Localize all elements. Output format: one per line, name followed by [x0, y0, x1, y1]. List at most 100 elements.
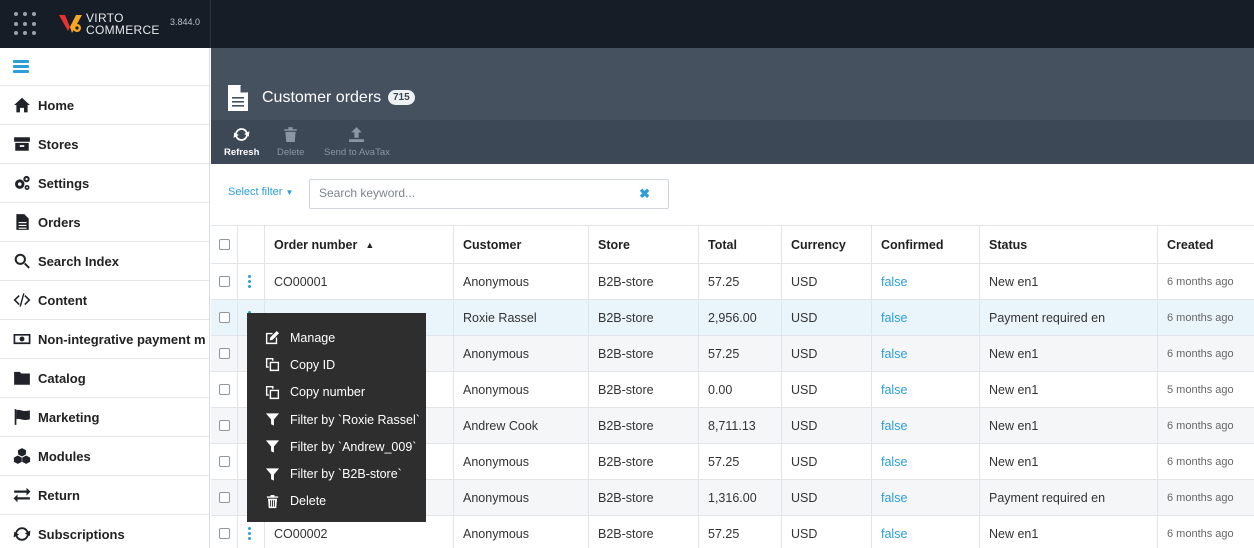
row-checkbox[interactable]	[219, 528, 230, 539]
select-filter-dropdown[interactable]: Select filter ▼	[228, 186, 293, 198]
currency-cell: USD	[782, 372, 872, 407]
archive-icon	[12, 135, 32, 153]
sidebar-item-label: Settings	[38, 175, 90, 191]
sidebar-item-modules[interactable]: Modules	[0, 437, 209, 476]
context-menu-item-filter-store[interactable]: Filter by `B2B-store`	[247, 460, 426, 487]
total-cell: 0.00	[699, 372, 782, 407]
sidebar-item-non-integrative-payment[interactable]: Non-integrative payment m	[0, 320, 209, 359]
logo-text: VIRTO COMMERCE	[86, 12, 160, 36]
flag-icon	[12, 408, 32, 426]
row-checkbox[interactable]	[219, 276, 230, 287]
sidebar-item-label: Orders	[38, 214, 81, 230]
table-row[interactable]: CO00001 Anonymous B2B-store 57.25 USD fa…	[211, 264, 1254, 300]
store-cell: B2B-store	[589, 444, 699, 479]
sidebar-item-settings[interactable]: Settings	[0, 164, 209, 203]
customer-cell: Andrew Cook	[454, 408, 589, 443]
virto-commerce-logo[interactable]: VIRTO COMMERCE 3.844.0	[58, 9, 200, 39]
document-icon	[12, 213, 32, 231]
delete-button[interactable]: Delete	[277, 126, 304, 158]
row-menu-button[interactable]	[238, 264, 265, 299]
column-header-created[interactable]: Created	[1158, 226, 1254, 263]
row-checkbox-cell	[211, 516, 238, 548]
context-menu-label: Filter by `Andrew_009`	[290, 439, 417, 454]
home-icon	[12, 96, 32, 114]
created-cell: 6 months ago	[1167, 455, 1234, 468]
column-header-confirmed[interactable]: Confirmed	[872, 226, 980, 263]
customer-cell: Anonymous	[454, 444, 589, 479]
refresh-button[interactable]: Refresh	[224, 126, 259, 158]
row-checkbox[interactable]	[219, 456, 230, 467]
context-menu-item-delete[interactable]: Delete	[247, 488, 426, 515]
created-cell: 6 months ago	[1167, 419, 1234, 432]
search-input[interactable]	[319, 186, 629, 200]
confirmed-cell: false	[872, 264, 980, 299]
row-context-menu: Manage Copy ID Copy number Filter by `Ro…	[247, 313, 426, 522]
app-version: 3.844.0	[170, 17, 201, 27]
copy-icon	[264, 357, 280, 373]
status-cell: New en1	[980, 372, 1158, 407]
sidebar-item-content[interactable]: Content	[0, 281, 209, 320]
confirmed-cell: false	[872, 444, 980, 479]
context-menu-label: Delete	[290, 494, 327, 509]
grid-header: Order number ▲ Customer Store Total Curre…	[211, 226, 1254, 264]
column-header-currency[interactable]: Currency	[782, 226, 872, 263]
send-to-avatax-button[interactable]: Send to AvaTax	[324, 126, 390, 158]
confirmed-cell: false	[872, 336, 980, 371]
top-bar: VIRTO COMMERCE 3.844.0	[0, 0, 1254, 48]
apps-grid-icon[interactable]	[14, 12, 38, 36]
row-checkbox[interactable]	[219, 312, 230, 323]
customer-cell: Anonymous	[454, 516, 589, 548]
sidebar-item-label: Modules	[38, 448, 91, 464]
column-header-store[interactable]: Store	[589, 226, 699, 263]
context-menu-item-manage[interactable]: Manage	[247, 324, 426, 351]
column-header-status[interactable]: Status	[980, 226, 1158, 263]
context-menu-item-filter-customer[interactable]: Filter by `Roxie Rassel`	[247, 406, 426, 433]
clear-search-icon[interactable]: ✖	[639, 186, 650, 202]
sidebar-item-catalog[interactable]: Catalog	[0, 359, 209, 398]
sidebar-item-search-index[interactable]: Search Index	[0, 242, 209, 281]
column-label: Status	[989, 237, 1028, 252]
vertical-dots-icon	[248, 526, 251, 541]
menu-toggle-button[interactable]	[0, 48, 209, 86]
total-cell: 57.25	[699, 264, 782, 299]
select-all-cell	[211, 226, 238, 263]
context-menu-item-filter-user[interactable]: Filter by `Andrew_009`	[247, 433, 426, 460]
context-menu-label: Copy number	[290, 385, 366, 400]
sidebar-item-label: Catalog	[38, 370, 86, 386]
created-cell: 6 months ago	[1167, 347, 1234, 360]
sidebar-item-marketing[interactable]: Marketing	[0, 398, 209, 437]
select-all-checkbox[interactable]	[219, 239, 230, 250]
row-checkbox[interactable]	[219, 420, 230, 431]
sidebar-item-stores[interactable]: Stores	[0, 125, 209, 164]
sidebar-item-orders[interactable]: Orders	[0, 203, 209, 242]
document-icon	[228, 85, 248, 111]
cubes-icon	[12, 447, 32, 465]
status-cell: New en1	[980, 264, 1158, 299]
confirmed-cell: false	[872, 516, 980, 548]
sidebar-item-label: Stores	[38, 136, 79, 152]
upload-icon	[349, 127, 365, 142]
blade-header: Customer orders 715	[211, 76, 1254, 120]
status-cell: Payment required en	[980, 300, 1158, 335]
column-header-total[interactable]: Total	[699, 226, 782, 263]
context-menu-item-copy-id[interactable]: Copy ID	[247, 351, 426, 378]
total-cell: 2,956.00	[699, 300, 782, 335]
column-header-customer[interactable]: Customer	[454, 226, 589, 263]
sidebar-item-label: Non-integrative payment m	[38, 331, 206, 347]
sidebar-item-subscriptions[interactable]: Subscriptions	[0, 515, 209, 548]
sort-ascending-icon: ▲	[365, 239, 375, 250]
sidebar-item-home[interactable]: Home	[0, 86, 209, 125]
row-checkbox-cell	[211, 300, 238, 335]
context-menu-item-copy-number[interactable]: Copy number	[247, 379, 426, 406]
status-cell: New en1	[980, 444, 1158, 479]
total-cell: 57.25	[699, 516, 782, 548]
store-cell: B2B-store	[589, 336, 699, 371]
row-checkbox[interactable]	[219, 384, 230, 395]
row-checkbox[interactable]	[219, 348, 230, 359]
column-header-order-number[interactable]: Order number ▲	[265, 226, 454, 263]
status-cell: New en1	[980, 516, 1158, 548]
sidebar-item-return[interactable]: Return	[0, 476, 209, 515]
row-checkbox[interactable]	[219, 492, 230, 503]
currency-cell: USD	[782, 300, 872, 335]
confirmed-cell: false	[872, 300, 980, 335]
